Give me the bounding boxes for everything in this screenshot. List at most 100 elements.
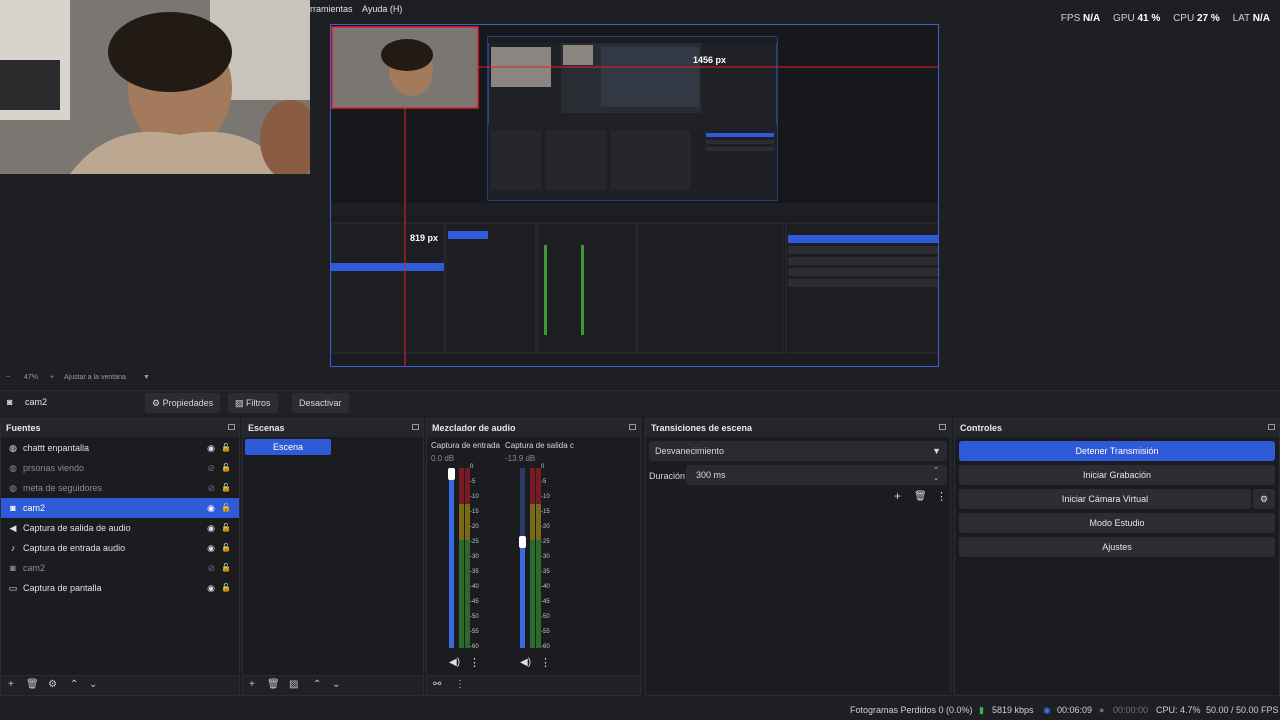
eye-icon[interactable]: ◉ xyxy=(207,518,215,538)
settings-button[interactable]: Ajustes xyxy=(959,537,1275,557)
horizontal-measure-label: 1456 px xyxy=(693,55,727,65)
more-icon[interactable]: ⋮ xyxy=(455,679,465,690)
preview-canvas[interactable]: 1456 px 819 px xyxy=(330,24,939,367)
transitions-dock: Transiciones de escena Desvanecimiento ▼… xyxy=(645,418,951,696)
more-icon[interactable]: ⋮ xyxy=(540,656,551,669)
start-recording-button[interactable]: Iniciar Grabación xyxy=(959,465,1275,485)
source-item[interactable]: ◀ Captura de salida de audio ◉ 🔓 xyxy=(1,518,239,538)
volume-fader-track[interactable] xyxy=(519,468,526,648)
filters-button[interactable]: ▨ Filtros xyxy=(228,393,278,413)
lock-icon[interactable]: 🔓 xyxy=(221,538,231,558)
more-icon[interactable]: ⋮ xyxy=(469,656,480,669)
move-up-icon[interactable]: ⌃ xyxy=(313,679,321,690)
eye-hidden-icon[interactable]: ⊘ xyxy=(207,458,215,478)
meter-scale-label: -60 xyxy=(541,644,550,650)
start-virtual-camera-button[interactable]: Iniciar Cámara Virtual xyxy=(959,489,1251,509)
fps-status: 50.00 / 50.00 FPS xyxy=(1206,705,1279,715)
volume-fader-handle[interactable] xyxy=(519,536,526,548)
chevron-down-icon[interactable]: ▼ xyxy=(143,374,150,381)
scenes-dock: Escenas Escena + 🗑 ▨ ⌃ ⌄ xyxy=(242,418,424,696)
eye-icon[interactable]: ◉ xyxy=(207,438,215,458)
lock-icon[interactable]: 🔓 xyxy=(221,438,231,458)
mute-speaker-icon[interactable]: ◀) xyxy=(520,657,531,668)
meter-scale-label: 0 xyxy=(470,464,474,470)
meter-scale-label: 0 xyxy=(541,464,545,470)
trash-icon[interactable]: 🗑 xyxy=(26,679,39,690)
trash-icon[interactable]: 🗑 xyxy=(267,679,280,690)
chevron-down-icon: ▼ xyxy=(932,446,941,456)
channel-name: Captura de entrada xyxy=(431,441,500,450)
channel-db: -13.9 dB xyxy=(505,454,536,463)
undock-icon[interactable] xyxy=(228,424,235,430)
mixer-header: Mezclador de audio xyxy=(427,419,640,437)
globe-icon: ◍ xyxy=(9,443,17,453)
zoom-out-icon[interactable]: − xyxy=(6,374,10,381)
undock-icon[interactable] xyxy=(629,424,636,430)
undock-icon[interactable] xyxy=(1268,424,1275,430)
undock-icon[interactable] xyxy=(939,424,946,430)
volume-fader-fill xyxy=(449,468,454,648)
mute-speaker-icon[interactable]: ◀) xyxy=(449,657,460,668)
source-item[interactable]: ◙ cam2 ◉ 🔓 xyxy=(1,498,239,518)
move-down-icon[interactable]: ⌄ xyxy=(332,679,340,690)
eye-hidden-icon[interactable]: ⊘ xyxy=(207,558,215,578)
undock-icon[interactable] xyxy=(412,424,419,430)
add-icon[interactable]: + xyxy=(249,679,255,690)
lock-icon[interactable]: 🔓 xyxy=(221,578,231,598)
gear-icon[interactable]: ⚙ xyxy=(48,679,57,690)
add-icon[interactable]: + xyxy=(8,679,14,690)
zoom-level: 47% xyxy=(24,374,39,381)
source-item[interactable]: ◍ chattt enpantalla ◉ 🔓 xyxy=(1,438,239,458)
duration-field[interactable]: 300 ms ⌃ ⌄ xyxy=(686,465,947,485)
virtual-camera-settings-button[interactable]: ⚙ xyxy=(1253,489,1275,509)
eye-icon[interactable]: ◉ xyxy=(207,578,215,598)
lock-icon[interactable]: 🔓 xyxy=(221,518,231,538)
trash-icon[interactable]: 🗑 xyxy=(914,491,927,502)
studio-mode-button[interactable]: Modo Estudio xyxy=(959,513,1275,533)
eye-hidden-icon[interactable]: ⊘ xyxy=(207,478,215,498)
source-item[interactable]: ◍ meta de seguidores ⊘ 🔓 xyxy=(1,478,239,498)
spin-down-icon[interactable]: ⌄ xyxy=(933,469,939,489)
stop-stream-button[interactable]: Detener Transmisión xyxy=(959,441,1275,461)
menu-item-ayuda[interactable]: Ayuda (H) xyxy=(362,4,402,14)
properties-button[interactable]: ⚙ Propiedades xyxy=(145,393,221,413)
lock-icon[interactable]: 🔓 xyxy=(221,458,231,478)
more-icon[interactable]: ⋮ xyxy=(936,490,947,503)
preview-scene xyxy=(331,25,938,366)
move-down-icon[interactable]: ⌄ xyxy=(89,679,97,690)
volume-fader-track[interactable] xyxy=(448,468,455,648)
deactivate-button[interactable]: Desactivar xyxy=(292,393,349,413)
add-icon[interactable]: + xyxy=(894,489,901,503)
move-up-icon[interactable]: ⌃ xyxy=(70,679,78,690)
eye-icon[interactable]: ◉ xyxy=(207,538,215,558)
filter-icon[interactable]: ▨ xyxy=(289,679,298,690)
meter-scale-label: -30 xyxy=(470,554,479,560)
performance-stats: FPS N/A GPU 41 % CPU 27 % LAT N/A xyxy=(1051,13,1270,24)
camera-icon: ◙ xyxy=(10,563,16,573)
channel-name: Captura de salida c xyxy=(505,441,574,450)
lock-icon[interactable]: 🔓 xyxy=(221,498,231,518)
source-item[interactable]: ◙ cam2 ⊘ 🔓 xyxy=(1,558,239,578)
lock-icon[interactable]: 🔓 xyxy=(221,558,231,578)
transition-select[interactable]: Desvanecimiento ▼ xyxy=(649,441,947,461)
vertical-measure-label: 819 px xyxy=(410,233,439,243)
meter-scale-label: -15 xyxy=(541,509,550,515)
source-item[interactable]: ◍ prsonas viendo ⊘ 🔓 xyxy=(1,458,239,478)
record-icon: ● xyxy=(1099,705,1105,715)
eye-icon[interactable]: ◉ xyxy=(207,498,215,518)
meter-scale-label: -5 xyxy=(541,479,547,485)
lock-icon[interactable]: 🔓 xyxy=(221,478,231,498)
fit-window-label[interactable]: Ajustar a la ventana xyxy=(64,374,126,381)
cpu-usage: CPU: 4.7% xyxy=(1156,705,1201,715)
volume-fader-fill xyxy=(520,536,525,648)
zoom-in-icon[interactable]: + xyxy=(50,374,54,381)
meter-scale-label: -10 xyxy=(470,494,479,500)
link-icon[interactable]: ⚯ xyxy=(433,679,441,690)
globe-icon: ◍ xyxy=(9,463,17,473)
source-item[interactable]: ♪ Captura de entrada audio ◉ 🔓 xyxy=(1,538,239,558)
menu-item-herramientas[interactable]: rramientas xyxy=(310,4,353,14)
duration-label: Duración xyxy=(649,471,686,481)
scene-item[interactable]: Escena xyxy=(245,439,331,455)
volume-fader-handle[interactable] xyxy=(448,468,455,480)
source-item[interactable]: ▭ Captura de pantalla ◉ 🔓 xyxy=(1,578,239,598)
